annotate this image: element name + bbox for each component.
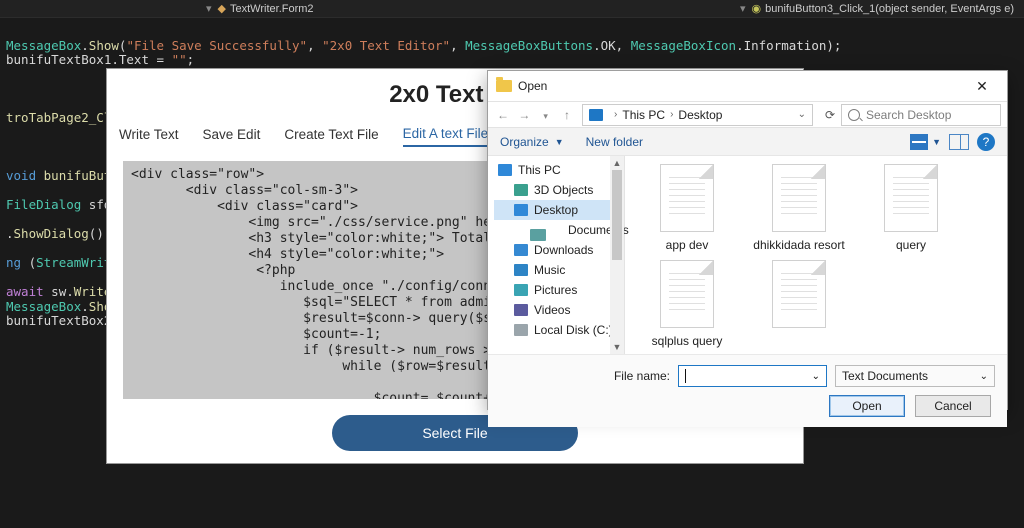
ide-breadcrumb: ▾ ◆ TextWriter.Form2 ▾ ◉ bunifuButton3_C… — [0, 0, 1024, 18]
tree-item-music[interactable]: Music — [494, 260, 622, 280]
organize-button[interactable]: Organize — [500, 135, 549, 149]
obj-icon — [514, 184, 528, 196]
view-mode-arrow-icon[interactable]: ▼ — [932, 137, 941, 147]
vid-icon — [514, 304, 528, 316]
tree-item-documents[interactable]: Documents — [494, 220, 622, 240]
tree-item-label: Local Disk (C:) — [534, 323, 613, 337]
tree-scrollbar[interactable]: ▲ ▼ — [610, 156, 624, 354]
tree-item-pictures[interactable]: Pictures — [494, 280, 622, 300]
nav-up-icon[interactable]: ↑ — [558, 108, 576, 122]
file-name-input[interactable]: ⌄ — [678, 365, 827, 387]
tree-item-label: This PC — [518, 163, 561, 177]
file-item[interactable] — [753, 260, 845, 348]
organize-arrow-icon[interactable]: ▼ — [555, 137, 564, 147]
refresh-icon[interactable]: ⟳ — [819, 108, 841, 122]
text-file-icon — [884, 164, 938, 232]
tree-item-label: 3D Objects — [534, 183, 593, 197]
open-button[interactable]: Open — [829, 395, 905, 417]
tab-create-text-file[interactable]: Create Text File — [284, 127, 378, 146]
address-bar[interactable]: › This PC › Desktop ⌄ — [582, 104, 813, 126]
path-seg-0[interactable]: This PC — [622, 108, 665, 122]
pc-icon — [498, 164, 512, 176]
disk-icon — [514, 324, 528, 336]
desk-icon — [514, 204, 528, 216]
open-file-dialog: Open ✕ ← → ▾ ↑ › This PC › Desktop ⌄ ⟳ S… — [487, 70, 1008, 410]
pc-icon — [589, 109, 603, 121]
tab-edit-a-text-file[interactable]: Edit A text File — [403, 126, 489, 147]
tree-item-videos[interactable]: Videos — [494, 300, 622, 320]
tree-item-label: Videos — [534, 303, 570, 317]
text-file-icon — [772, 164, 826, 232]
help-icon[interactable]: ? — [977, 133, 995, 151]
tree-item-this-pc[interactable]: This PC — [494, 160, 622, 180]
preview-pane-icon[interactable] — [949, 134, 969, 150]
tab-save-edit[interactable]: Save Edit — [203, 127, 261, 146]
breadcrumb-right-arrow[interactable]: ▾ — [740, 2, 746, 15]
tab-write-text[interactable]: Write Text — [119, 127, 179, 146]
file-item[interactable]: app dev — [641, 164, 733, 252]
file-name-label: File name: — [488, 369, 678, 383]
breadcrumb-right[interactable]: bunifuButton3_Click_1(object sender, Eve… — [765, 3, 1014, 15]
dialog-title: Open — [518, 79, 547, 93]
method-icon: ◉ — [752, 2, 762, 15]
file-list: app dev dhikkidada resort query sqlplus que… — [625, 156, 1007, 354]
file-item[interactable]: query — [865, 164, 957, 252]
folder-icon — [496, 80, 512, 92]
dialog-titlebar: Open ✕ — [488, 71, 1007, 101]
music-icon — [514, 264, 528, 276]
text-file-icon — [660, 260, 714, 328]
tree-item-label: Desktop — [534, 203, 578, 217]
file-name: query — [896, 238, 926, 252]
pic-icon — [514, 284, 528, 296]
file-name: dhikkidada resort — [753, 238, 844, 252]
cancel-button[interactable]: Cancel — [915, 395, 991, 417]
search-icon — [848, 109, 860, 121]
search-input[interactable]: Search Desktop — [841, 104, 1001, 126]
breadcrumb-left[interactable]: TextWriter.Form2 — [230, 3, 314, 15]
text-file-icon — [772, 260, 826, 328]
file-type-filter[interactable]: Text Documents ⌄ — [835, 365, 995, 387]
path-seg-1[interactable]: Desktop — [678, 108, 722, 122]
new-folder-button[interactable]: New folder — [586, 135, 643, 149]
tree-item-label: Music — [534, 263, 565, 277]
nav-forward-icon[interactable]: → — [515, 108, 533, 122]
tree-item-label: Downloads — [534, 243, 593, 257]
nav-back-icon[interactable]: ← — [494, 108, 512, 122]
tree-item-downloads[interactable]: Downloads — [494, 240, 622, 260]
file-item[interactable]: sqlplus query — [641, 260, 733, 348]
folder-tree: ▲ ▼ This PC 3D Objects Desktop Documents Dow… — [488, 156, 625, 354]
text-file-icon — [660, 164, 714, 232]
file-name: sqlplus query — [652, 334, 723, 348]
nav-recent-icon[interactable]: ▾ — [537, 111, 555, 122]
tree-item-desktop[interactable]: Desktop — [494, 200, 622, 220]
class-icon: ◆ — [218, 2, 226, 15]
search-placeholder: Search Desktop — [866, 108, 951, 122]
doc-icon — [530, 229, 546, 241]
nav-buttons: ← → ▾ ↑ — [494, 108, 576, 122]
file-item[interactable]: dhikkidada resort — [753, 164, 845, 252]
file-name: app dev — [666, 238, 709, 252]
path-dropdown-icon[interactable]: ⌄ — [798, 109, 806, 120]
tree-item-local-disk-c-[interactable]: Local Disk (C:) — [494, 320, 622, 340]
tree-item-label: Pictures — [534, 283, 577, 297]
breadcrumb-left-arrow[interactable]: ▾ — [206, 2, 212, 15]
close-icon[interactable]: ✕ — [965, 78, 999, 95]
down-icon — [514, 244, 528, 256]
tree-item-3d-objects[interactable]: 3D Objects — [494, 180, 622, 200]
view-mode-icon[interactable] — [910, 134, 928, 150]
